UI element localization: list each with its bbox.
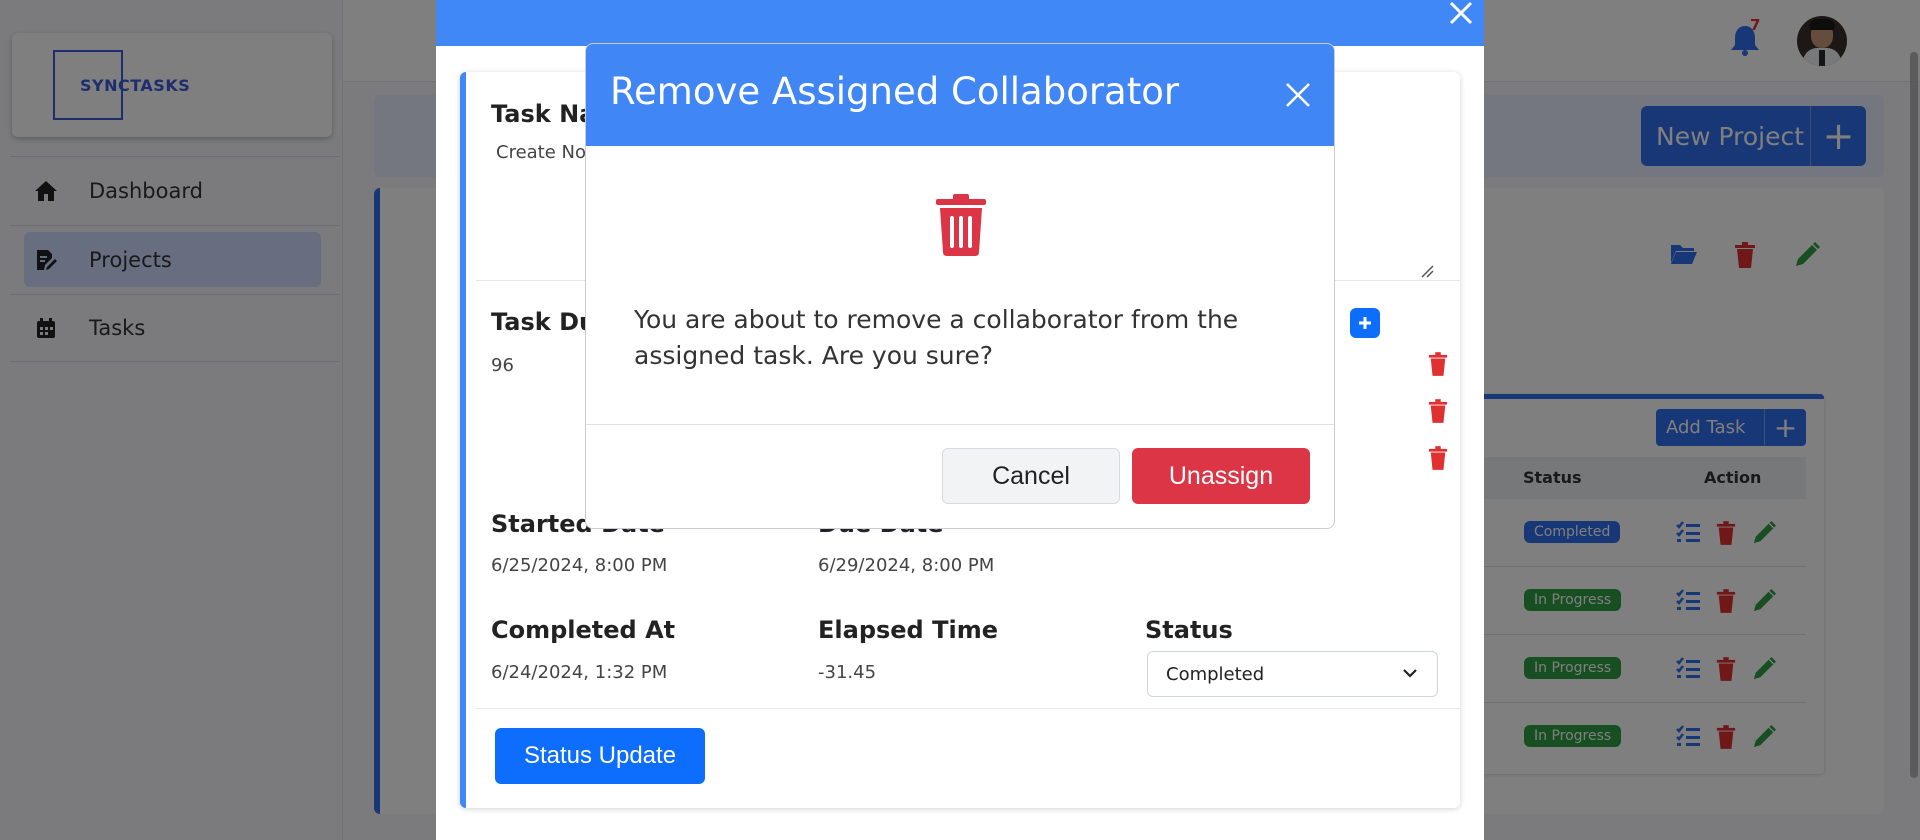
status-update-button[interactable]: Status Update <box>495 728 705 784</box>
task-duration-value: 96 <box>491 355 514 376</box>
page-scrollbar[interactable] <box>1910 52 1918 778</box>
status-label: Status <box>1145 616 1233 644</box>
add-collaborator-button[interactable] <box>1350 308 1380 338</box>
elapsed-time-value: -31.45 <box>818 662 877 683</box>
unassign-button[interactable]: Unassign <box>1132 448 1310 504</box>
completed-at-label: Completed At <box>491 616 676 644</box>
started-date-value: 6/25/2024, 8:00 PM <box>491 555 668 576</box>
dialog-header: Remove Assigned Collaborator <box>586 44 1334 146</box>
trash-icon[interactable] <box>1428 399 1448 427</box>
close-icon[interactable] <box>1446 0 1476 28</box>
trash-icon <box>934 194 988 260</box>
status-select[interactable]: Completed <box>1147 651 1438 697</box>
task-name-label: Task Na <box>491 100 596 128</box>
cancel-button[interactable]: Cancel <box>942 448 1120 504</box>
status-select-value: Completed <box>1166 663 1265 685</box>
completed-at-value: 6/24/2024, 1:32 PM <box>491 662 668 683</box>
divider <box>586 424 1334 425</box>
close-icon[interactable] <box>1282 79 1314 111</box>
elapsed-time-label: Elapsed Time <box>818 616 998 644</box>
dialog-title: Remove Assigned Collaborator <box>610 70 1180 113</box>
task-duration-label: Task Du <box>491 308 597 336</box>
dialog-message: You are about to remove a collaborator f… <box>634 305 1239 370</box>
task-name-value[interactable]: Create No <box>496 142 586 163</box>
trash-icon[interactable] <box>1428 352 1448 380</box>
trash-icon[interactable] <box>1428 446 1448 474</box>
chevron-down-icon <box>1401 664 1419 687</box>
due-date-value: 6/29/2024, 8:00 PM <box>818 555 995 576</box>
task-modal-header <box>436 0 1484 46</box>
remove-collaborator-dialog: Remove Assigned Collaborator You are abo… <box>585 43 1335 529</box>
divider <box>476 708 1460 709</box>
